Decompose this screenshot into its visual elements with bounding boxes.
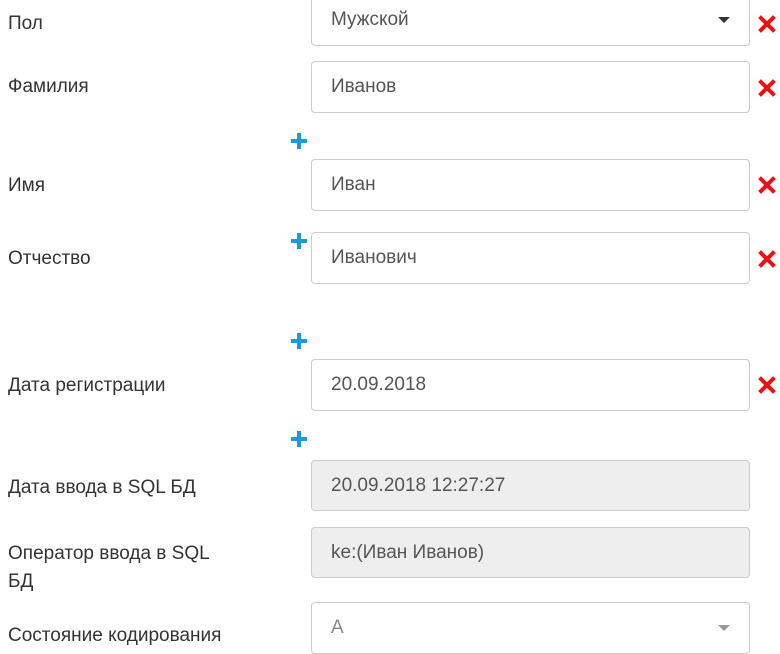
sql-entry-date-field: 20.09.2018 12:27:27 bbox=[311, 460, 750, 511]
sql-entry-date-label: Дата ввода в SQL БД bbox=[8, 477, 196, 498]
sql-entry-date-value: 20.09.2018 12:27:27 bbox=[331, 474, 506, 496]
sql-operator-field: ke:(Иван Иванов) bbox=[311, 527, 750, 578]
first-name-input[interactable]: Иван bbox=[311, 159, 750, 211]
coding-state-select[interactable]: A bbox=[311, 602, 750, 654]
close-icon[interactable] bbox=[758, 79, 776, 97]
close-icon[interactable] bbox=[758, 15, 776, 33]
first-name-label: Имя bbox=[8, 175, 46, 196]
gender-select-value: Мужской bbox=[331, 9, 409, 30]
coding-state-label: Состояние кодирования bbox=[8, 625, 222, 646]
close-icon[interactable] bbox=[758, 176, 776, 194]
sql-operator-label-line1: Оператор ввода в SQL bbox=[8, 543, 210, 564]
sql-operator-label: Оператор ввода в SQL БД bbox=[8, 540, 210, 596]
chevron-down-icon[interactable] bbox=[718, 625, 730, 631]
registration-date-input[interactable]: 20.09.2018 bbox=[311, 359, 750, 411]
close-icon[interactable] bbox=[758, 376, 776, 394]
patronymic-input[interactable]: Иванович bbox=[311, 232, 750, 284]
plus-icon[interactable] bbox=[291, 431, 307, 447]
sql-operator-label-line2: БД bbox=[8, 571, 34, 592]
plus-icon[interactable] bbox=[291, 133, 307, 149]
registration-date-input-value: 20.09.2018 bbox=[331, 374, 427, 395]
chevron-down-icon[interactable] bbox=[718, 17, 730, 23]
plus-icon[interactable] bbox=[291, 333, 307, 349]
surname-input-value: Иванов bbox=[331, 76, 397, 97]
sql-operator-value: ke:(Иван Иванов) bbox=[331, 541, 485, 563]
patronymic-label: Отчество bbox=[8, 248, 91, 269]
gender-select[interactable]: Мужской bbox=[311, 0, 750, 46]
patronymic-input-value: Иванович bbox=[331, 247, 417, 268]
plus-icon[interactable] bbox=[291, 233, 307, 249]
first-name-input-value: Иван bbox=[331, 174, 376, 195]
surname-input[interactable]: Иванов bbox=[311, 61, 750, 113]
gender-label: Пол bbox=[8, 13, 43, 34]
coding-state-select-value: A bbox=[331, 617, 344, 638]
close-icon[interactable] bbox=[758, 250, 776, 268]
registration-date-label: Дата регистрации bbox=[8, 375, 166, 396]
surname-label: Фамилия bbox=[8, 76, 89, 97]
